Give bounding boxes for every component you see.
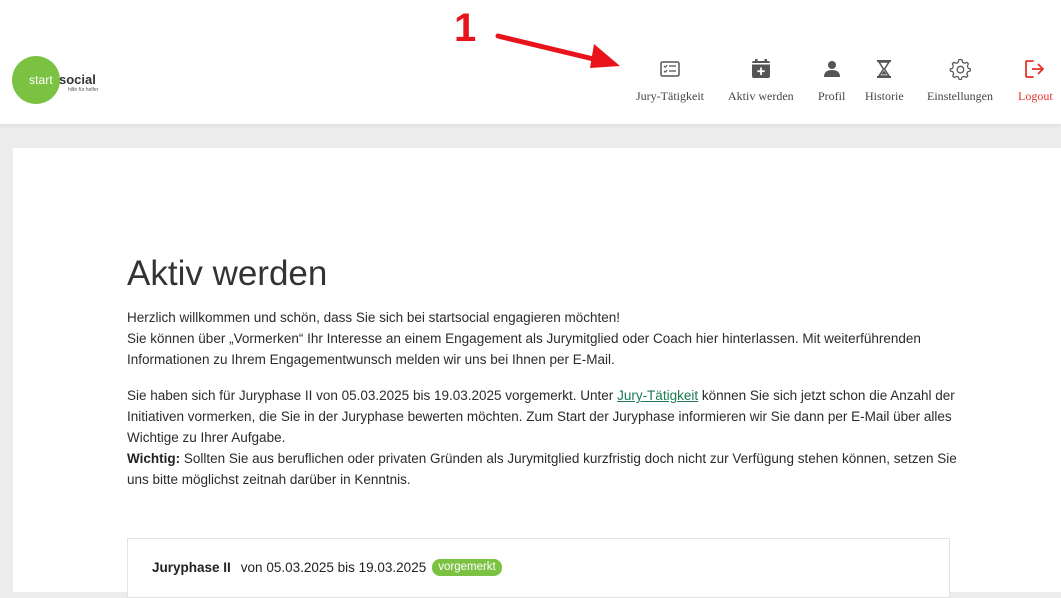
nav-label: Jury-Tätigkeit [636,89,704,103]
startsocial-logo[interactable]: start social hilfe für helfer [12,56,98,104]
person-icon [823,58,841,80]
registration-paragraph: Sie haben sich für Juryphase II von 05.0… [127,385,957,448]
status-badge: vorgemerkt [432,559,502,576]
content-card: Aktiv werden Herzlich willkommen und sch… [13,148,1061,598]
logo-social-text: social [59,72,96,87]
gear-icon [949,58,971,80]
calendar-plus-icon [751,58,771,80]
nav-item-profil[interactable]: Profil [818,58,845,104]
nav-label: Historie [865,89,904,103]
phase-card: Juryphase II von 05.03.2025 bis 19.03.20… [127,538,950,598]
intro-line-2: Sie können über „Vormerken“ Ihr Interess… [127,331,921,367]
nav-item-jury-taetigkeit[interactable]: Jury-Tätigkeit [636,58,704,104]
important-label: Wichtig: [127,451,181,466]
registration-text-before: Sie haben sich für Juryphase II von 05.0… [127,388,618,403]
hourglass-icon [876,58,892,80]
top-header: start social hilfe für helfer 1 Jury-Tät… [0,0,1061,124]
nav-label: Profil [818,89,846,103]
intro-text: Herzlich willkommen und schön, dass Sie … [127,307,957,370]
page-title: Aktiv werden [127,254,328,293]
nav-label: Einstellungen [927,89,993,103]
intro-line-1: Herzlich willkommen und schön, dass Sie … [127,310,620,325]
important-text: Sollten Sie aus beruflichen oder private… [127,451,957,487]
nav-item-einstellungen[interactable]: Einstellungen [927,58,993,104]
phase-row: Juryphase II von 05.03.2025 bis 19.03.20… [152,559,502,576]
nav-label: Aktiv werden [728,89,794,103]
phase-dates: von 05.03.2025 bis 19.03.2025 [240,560,427,575]
nav-label: Logout [1018,89,1053,103]
annotation-arrow-icon [495,33,620,68]
phase-name: Juryphase II [152,560,231,575]
annotation-number: 1 [454,6,477,50]
info-paragraph: Sie haben sich für Juryphase II von 05.0… [127,385,957,490]
nav-item-aktiv-werden[interactable]: Aktiv werden [728,58,794,104]
checklist-icon [660,58,680,80]
logout-icon [1024,58,1046,80]
logo-start-text: start [29,73,53,87]
nav-item-historie[interactable]: Historie [865,58,904,104]
logo-tagline: hilfe für helfer [68,87,99,93]
nav-item-logout[interactable]: Logout [1018,58,1053,104]
jury-taetigkeit-link[interactable]: Jury-Tätigkeit [617,388,698,403]
important-paragraph: Wichtig: Sollten Sie aus beruflichen ode… [127,448,957,490]
